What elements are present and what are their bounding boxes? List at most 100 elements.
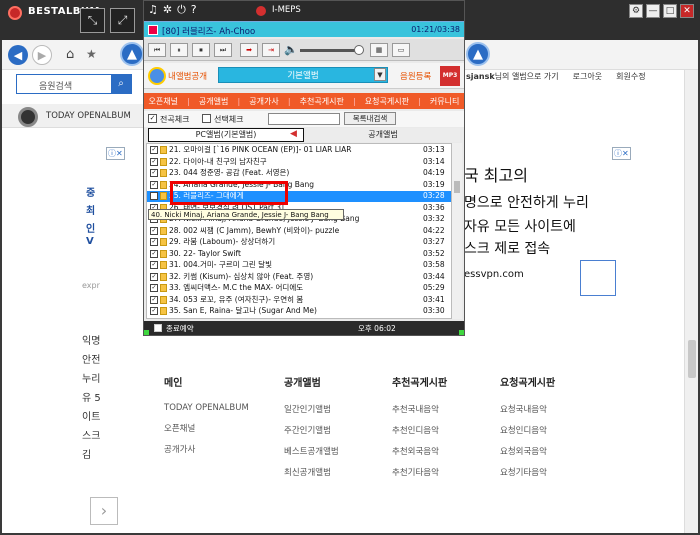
footer-link[interactable]: 추천국내음악 — [392, 403, 502, 415]
scroll-up-icon[interactable]: ▲ — [120, 42, 144, 66]
track-checkbox[interactable]: ✓ — [150, 284, 158, 292]
footer-link[interactable]: 추천기타음악 — [392, 466, 502, 478]
tab-my-album-public[interactable]: 내앨범공개 — [168, 70, 207, 82]
minimize-button[interactable]: — — [646, 4, 660, 18]
today-openalbum-strip[interactable]: TODAY OPENALBUM — [2, 104, 144, 128]
menu-public-lyrics[interactable]: 공개가사 — [249, 96, 278, 107]
track-checkbox[interactable]: ✓ — [150, 146, 158, 154]
track-row[interactable]: ✓ 21. 오마이걸 [`16 PINK OCEAN (EP)]- 01 LIAR… — [147, 145, 451, 156]
fullscreen-arrows-icon[interactable]: ⤢ — [110, 8, 135, 33]
album-select[interactable]: 기본앨범 — [218, 67, 388, 83]
track-row[interactable]: ✓ 33. 엠씨더맥스- M.C the MAX- 어디에도 05:29 — [147, 283, 451, 294]
forward-arrow-icon[interactable]: ▶ — [32, 45, 52, 65]
footer-link[interactable]: 요청외국음악 — [500, 445, 610, 457]
page-scrollbar[interactable] — [684, 70, 698, 533]
track-row[interactable]: ✓ 35. San E, Raina- 달고나 (Sugar And Me) 03:… — [147, 306, 451, 317]
carousel-next-button[interactable]: › — [90, 497, 118, 525]
track-checkbox[interactable]: ✓ — [150, 307, 158, 315]
footer-link[interactable]: 추천인디음악 — [392, 424, 502, 436]
maximize-button[interactable]: □ — [663, 4, 677, 18]
shutdown-reservation-checkbox[interactable] — [154, 324, 162, 332]
my-album-link[interactable]: sjansk님의 앨범으로 가기 — [466, 71, 559, 82]
footer-link[interactable]: 요청인디음악 — [500, 424, 610, 436]
track-checkbox[interactable]: ✓ — [150, 261, 158, 269]
menu-request-board[interactable]: 요청곡게시판 — [365, 96, 409, 107]
ad-close-icon-right[interactable]: ⓘ✕ — [612, 147, 631, 160]
list-search-button[interactable]: 목록내검색 — [344, 112, 396, 125]
mini-mode-icon[interactable]: ▭ — [392, 43, 410, 57]
account-edit-link[interactable]: 회원수정 — [616, 71, 645, 82]
footer-link[interactable]: TODAY OPENALBUM — [164, 403, 274, 413]
volume-thumb[interactable] — [354, 45, 364, 55]
track-list-scrollbar[interactable] — [452, 143, 462, 319]
ad-url[interactable]: essvpn.com — [464, 269, 524, 280]
scrollbar-thumb[interactable] — [688, 340, 696, 378]
footer-link[interactable]: 베스트공개앨범 — [284, 445, 394, 457]
track-checkbox[interactable]: ✓ — [150, 238, 158, 246]
gear-icon[interactable]: ✲ — [163, 3, 172, 17]
shuffle-button[interactable]: ⇥ — [262, 43, 280, 57]
track-checkbox[interactable]: ✓ — [150, 249, 158, 258]
power-icon[interactable]: ⏻ — [177, 3, 186, 17]
eq-icon[interactable]: ▦ — [370, 43, 388, 57]
footer-link[interactable]: 요청국내음악 — [500, 403, 610, 415]
resize-corner[interactable] — [144, 330, 149, 335]
track-row[interactable]: ✓ 28. 002 씨잼 (C Jamm), BewhY (비와이)- puzzl… — [147, 226, 451, 237]
home-icon[interactable]: ⌂ — [66, 47, 74, 62]
tab-public-album[interactable]: 공개앨범 — [306, 128, 460, 142]
footer-link[interactable]: 공개가사 — [164, 443, 274, 455]
settings-button[interactable]: ⚙ — [629, 4, 643, 18]
check-all-checkbox[interactable]: ✓ — [148, 114, 157, 123]
back-arrow-icon[interactable]: ◀ — [8, 45, 28, 65]
expand-arrows-icon[interactable]: ⤡ — [80, 8, 105, 33]
track-checkbox[interactable]: ✓ — [150, 192, 158, 200]
track-checkbox[interactable]: ✓ — [150, 226, 158, 235]
check-selected-checkbox[interactable] — [202, 114, 211, 123]
next-button[interactable]: ⏭ — [214, 43, 232, 57]
footer-link[interactable]: 최신공개앨범 — [284, 466, 394, 478]
footer-link[interactable]: 일간인기앨범 — [284, 403, 394, 415]
tab-pc-album[interactable]: PC앨범(기본앨범) — [148, 128, 304, 142]
logout-link[interactable]: 로그아웃 — [573, 71, 602, 82]
track-checkbox[interactable]: ✓ — [150, 180, 158, 189]
search-icon[interactable]: ⌕ — [111, 75, 131, 93]
menu-public-album[interactable]: 공개앨범 — [199, 96, 228, 107]
star-icon[interactable]: ★ — [86, 47, 97, 61]
pause-button[interactable]: ⏸ — [170, 43, 188, 57]
track-row[interactable]: ✓ 22. 다이아-내 친구의 남자친구 03:14 — [147, 157, 451, 168]
menu-recommend-board[interactable]: 추천곡게시판 — [300, 96, 344, 107]
ad-image-placeholder[interactable] — [580, 260, 616, 296]
repeat-button[interactable]: ➡ — [240, 43, 258, 57]
prev-button[interactable]: ⏮ — [148, 43, 166, 57]
track-checkbox[interactable]: ✓ — [150, 295, 158, 304]
volume-slider[interactable] — [300, 49, 360, 52]
footer-link[interactable]: 주간인기앨범 — [284, 424, 394, 436]
track-row[interactable]: ✓ 31. 004.거미- 구르미 그린 달빛 03:58 — [147, 260, 451, 271]
track-list-scroll-thumb[interactable] — [454, 181, 460, 193]
footer-link[interactable]: 요청기타음악 — [500, 466, 610, 478]
footer-link[interactable]: 추천외국음악 — [392, 445, 502, 457]
track-checkbox[interactable]: ✓ — [150, 157, 158, 166]
menu-open-channel[interactable]: 오픈채널 — [149, 96, 178, 107]
close-button[interactable]: ✕ — [680, 4, 694, 18]
list-search-input[interactable] — [268, 113, 340, 125]
track-row[interactable]: ✓ 29. 라붐 (Laboum)- 상상더하기 03:27 — [147, 237, 451, 248]
track-row[interactable]: ✓ 34. 053 로꼬, 유주 (여자친구)- 우연히 봄 03:41 — [147, 295, 451, 306]
track-row[interactable]: ✓ 23. 044 정준영- 공감 (Feat. 서영은) 04:19 — [147, 168, 451, 179]
scroll-up-icon-2[interactable]: ▲ — [466, 42, 490, 66]
speaker-icon[interactable]: 🔈 — [284, 43, 298, 56]
chevron-down-icon[interactable]: ▼ — [374, 68, 386, 81]
stop-button[interactable]: ⏹ — [192, 43, 210, 57]
help-icon[interactable]: ? — [191, 3, 197, 17]
track-checkbox[interactable]: ✓ — [150, 169, 158, 177]
tab-register-music[interactable]: 음원등록 — [400, 70, 431, 82]
site-search-box[interactable]: 음원검색 ⌕ — [16, 74, 132, 94]
track-checkbox[interactable]: ✓ — [150, 272, 158, 281]
ad-close-icon[interactable]: ⓘ✕ — [106, 147, 125, 160]
track-row[interactable]: ✓ 32. 키썸 (Kisum)- 심상치 않아 (Feat. 주영) 03:44 — [147, 272, 451, 283]
menu-community[interactable]: 커뮤니티 — [430, 96, 459, 107]
footer-link[interactable]: 오픈채널 — [164, 422, 274, 434]
mp3-button[interactable]: MP3 — [440, 66, 460, 86]
resize-corner[interactable] — [459, 330, 464, 335]
music-note-icon[interactable]: ♫ — [148, 3, 158, 17]
